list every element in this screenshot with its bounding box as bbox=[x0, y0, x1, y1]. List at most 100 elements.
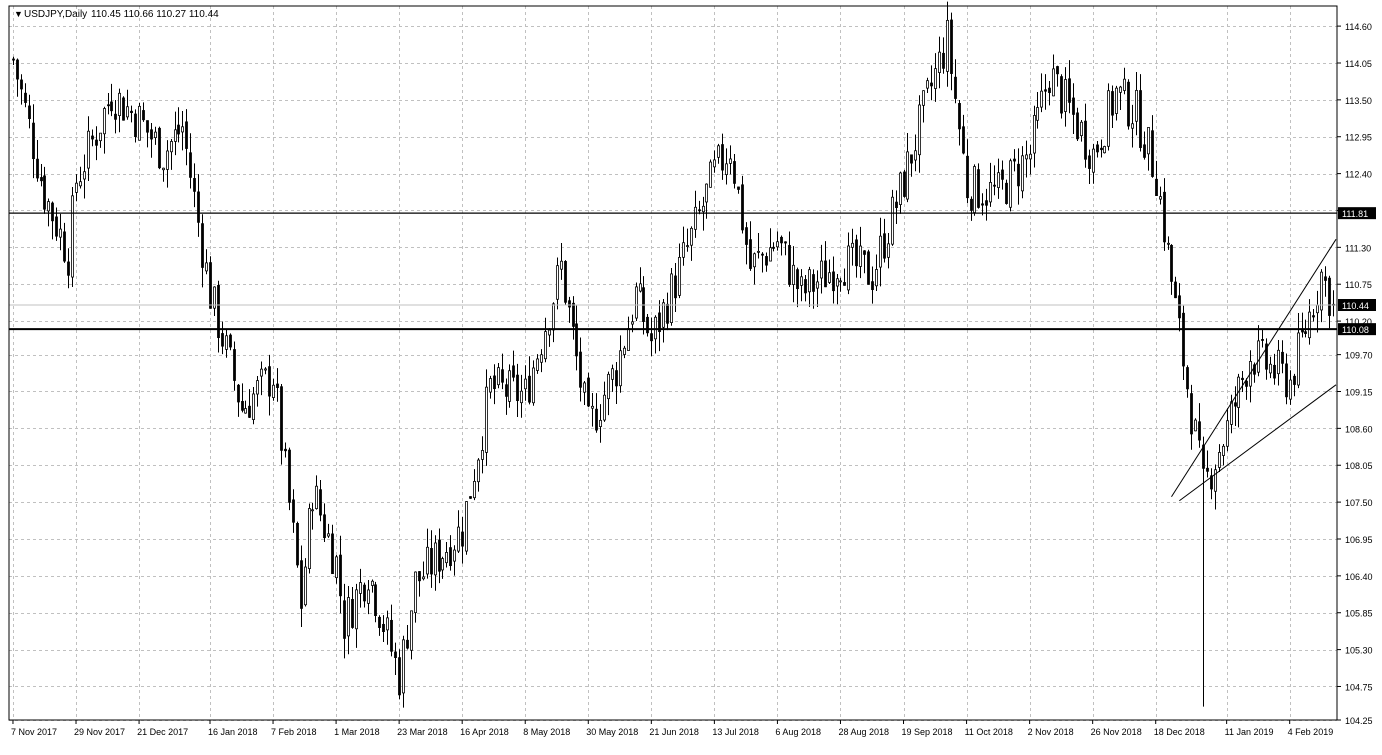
candle-body-bear bbox=[142, 110, 145, 121]
time-tick-label: 11 Oct 2018 bbox=[965, 727, 1013, 737]
candle-body-bear bbox=[1170, 244, 1173, 282]
candle-body-bull bbox=[725, 163, 728, 176]
candle-body-bear bbox=[197, 191, 200, 223]
candle-body-bull bbox=[386, 617, 389, 631]
candle-body-bull bbox=[607, 373, 610, 400]
candle-body-bear bbox=[51, 202, 54, 222]
candle-body-bull bbox=[1226, 420, 1229, 447]
candle-body-bull bbox=[1103, 146, 1106, 154]
candle-body-bull bbox=[836, 278, 839, 287]
candle-body-bull bbox=[154, 131, 157, 139]
candle-body-bear bbox=[966, 155, 969, 199]
price-tick-label: 106.95 bbox=[1345, 535, 1373, 545]
time-tick-label: 26 Nov 2018 bbox=[1091, 727, 1142, 737]
candle-body-bear bbox=[32, 122, 35, 160]
candle-body-bear bbox=[107, 104, 110, 107]
candle bbox=[646, 313, 649, 337]
candle-body-bull bbox=[899, 172, 902, 205]
candle-body-bear bbox=[390, 619, 393, 652]
candle bbox=[138, 103, 141, 141]
collapse-triangle-icon[interactable]: ▼ bbox=[14, 9, 23, 19]
candle-body-bull bbox=[934, 68, 937, 89]
candle-body-bear bbox=[674, 275, 677, 299]
candle-body-bear bbox=[438, 539, 441, 572]
candle-body-bear bbox=[942, 52, 945, 69]
candle-body-bear bbox=[1186, 367, 1189, 390]
candle-body-bull bbox=[252, 393, 255, 420]
candle-body-bear bbox=[67, 261, 70, 276]
candle-body-bull bbox=[540, 354, 543, 363]
candle-body-bear bbox=[1163, 191, 1166, 243]
candle-body-bear bbox=[209, 262, 212, 309]
candle-body-bear bbox=[646, 316, 649, 334]
candle-body-bear bbox=[788, 245, 791, 285]
candle-body-bull bbox=[1316, 304, 1319, 314]
candle-body-bull bbox=[686, 245, 689, 247]
candle-body-bear bbox=[201, 223, 204, 268]
candle-body-bear bbox=[241, 401, 244, 411]
candle-body-bull bbox=[87, 130, 90, 169]
candle-body-bull bbox=[434, 542, 437, 576]
candle-body-bear bbox=[784, 241, 787, 244]
candle-body-bull bbox=[205, 262, 208, 272]
candle-body-bear bbox=[1304, 331, 1307, 334]
candle-body-bull bbox=[1131, 123, 1134, 129]
candle-body-bear bbox=[867, 251, 870, 285]
time-tick-label: 7 Feb 2018 bbox=[271, 727, 317, 737]
time-tick-label: 16 Jan 2018 bbox=[208, 727, 258, 737]
time-tick-label: 19 Sep 2018 bbox=[902, 727, 953, 737]
candle-body-bear bbox=[95, 139, 98, 146]
candle bbox=[903, 169, 906, 198]
price-tick-label: 114.60 bbox=[1345, 22, 1372, 32]
candle-body-bull bbox=[260, 368, 263, 377]
price-tick-label: 104.75 bbox=[1345, 682, 1373, 692]
candle-body-bear bbox=[1234, 402, 1237, 407]
candle-body-bull bbox=[891, 196, 894, 245]
candle-body-bull bbox=[1218, 452, 1221, 468]
candle-body-bear bbox=[110, 101, 113, 112]
candle-body-bull bbox=[335, 556, 338, 579]
candle-body-bear bbox=[461, 531, 464, 547]
candle bbox=[1103, 145, 1106, 154]
candle-body-bull bbox=[1167, 242, 1170, 245]
candle-body-bear bbox=[950, 19, 953, 74]
candle-body-bear bbox=[1056, 66, 1059, 75]
candle-body-bear bbox=[1096, 144, 1099, 153]
candle-body-bull bbox=[47, 201, 50, 212]
candle bbox=[209, 256, 212, 309]
candle-body-bull bbox=[560, 260, 563, 270]
candle-body-bear bbox=[1301, 329, 1304, 333]
candle-body-bear bbox=[855, 239, 858, 267]
candle-body-bear bbox=[1241, 377, 1244, 381]
candle-body-bear bbox=[469, 496, 472, 499]
candle-body-bull bbox=[914, 150, 917, 161]
candle-body-bull bbox=[1052, 68, 1055, 97]
price-tick-label: 113.50 bbox=[1345, 96, 1372, 106]
candle-body-bear bbox=[804, 279, 807, 294]
time-tick-label: 21 Jun 2018 bbox=[649, 727, 699, 737]
candle-body-bear bbox=[418, 571, 421, 582]
candle-body-bull bbox=[670, 273, 673, 323]
candle-body-bear bbox=[339, 554, 342, 597]
candle-body-bear bbox=[158, 127, 161, 169]
candle-body-bull bbox=[244, 408, 247, 414]
symbol-label: USDJPY,Daily bbox=[24, 9, 87, 20]
candle-body-bear bbox=[36, 158, 39, 179]
candle-body-bear bbox=[1005, 182, 1008, 204]
candle bbox=[469, 496, 472, 499]
candle-body-bull bbox=[481, 450, 484, 460]
chart-window: 114.60114.05113.50112.95112.40111.85111.… bbox=[0, 0, 1382, 750]
candle-body-bull bbox=[639, 283, 642, 292]
candle-body-bear bbox=[134, 113, 137, 137]
candle-body-bear bbox=[843, 282, 846, 286]
candle bbox=[973, 164, 976, 216]
candle bbox=[122, 96, 125, 121]
time-tick-label: 1 Mar 2018 bbox=[334, 727, 380, 737]
candle-body-bear bbox=[958, 103, 961, 130]
candle-body-bear bbox=[20, 79, 23, 90]
ohlc-readout: 110.45 110.66 110.27 110.44 bbox=[91, 9, 219, 20]
candle-body-bear bbox=[449, 547, 452, 567]
candle-body-bull bbox=[694, 206, 697, 230]
time-tick-label: 23 Mar 2018 bbox=[397, 727, 448, 737]
candle-body-bear bbox=[1127, 81, 1130, 127]
